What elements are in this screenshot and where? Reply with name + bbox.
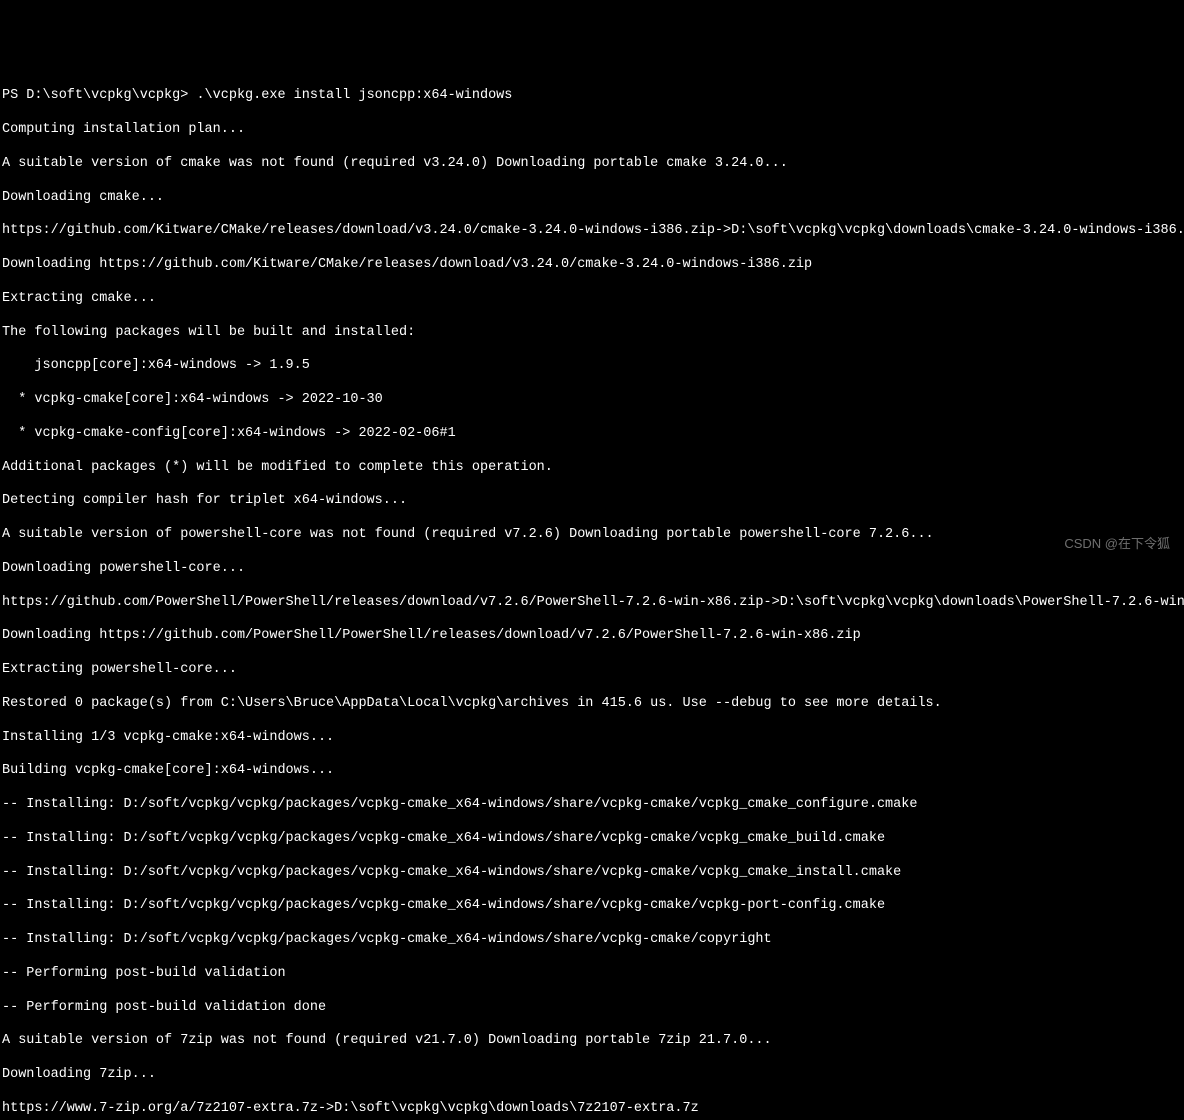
output-line: Building vcpkg-cmake[core]:x64-windows..…: [2, 763, 1182, 780]
output-line: Downloading https://github.com/PowerShel…: [2, 628, 1182, 645]
output-line: Restored 0 package(s) from C:\Users\Bruc…: [2, 696, 1182, 713]
prompt-line: PS D:\soft\vcpkg\vcpkg> .\vcpkg.exe inst…: [2, 88, 1182, 105]
output-line: -- Installing: D:/soft/vcpkg/vcpkg/packa…: [2, 865, 1182, 882]
output-line: -- Installing: D:/soft/vcpkg/vcpkg/packa…: [2, 831, 1182, 848]
output-line: Downloading https://github.com/Kitware/C…: [2, 257, 1182, 274]
output-line: https://www.7-zip.org/a/7z2107-extra.7z-…: [2, 1101, 1182, 1118]
output-line: Installing 1/3 vcpkg-cmake:x64-windows..…: [2, 730, 1182, 747]
output-line: The following packages will be built and…: [2, 325, 1182, 342]
output-line: jsoncpp[core]:x64-windows -> 1.9.5: [2, 358, 1182, 375]
output-line: Computing installation plan...: [2, 122, 1182, 139]
output-line: Extracting cmake...: [2, 291, 1182, 308]
output-line: Detecting compiler hash for triplet x64-…: [2, 493, 1182, 510]
output-line: -- Installing: D:/soft/vcpkg/vcpkg/packa…: [2, 898, 1182, 915]
output-line: Extracting powershell-core...: [2, 662, 1182, 679]
terminal-output[interactable]: PS D:\soft\vcpkg\vcpkg> .\vcpkg.exe inst…: [2, 72, 1182, 1120]
output-line: -- Performing post-build validation done: [2, 1000, 1182, 1017]
command-text: .\vcpkg.exe install jsoncpp:x64-windows: [196, 88, 512, 103]
output-line: * vcpkg-cmake[core]:x64-windows -> 2022-…: [2, 392, 1182, 409]
output-line: * vcpkg-cmake-config[core]:x64-windows -…: [2, 426, 1182, 443]
output-line: -- Performing post-build validation: [2, 966, 1182, 983]
output-line: A suitable version of 7zip was not found…: [2, 1033, 1182, 1050]
output-line: Downloading 7zip...: [2, 1067, 1182, 1084]
output-line: -- Installing: D:/soft/vcpkg/vcpkg/packa…: [2, 932, 1182, 949]
output-line: Downloading powershell-core...: [2, 561, 1182, 578]
output-line: Additional packages (*) will be modified…: [2, 460, 1182, 477]
prompt-prefix: PS D:\soft\vcpkg\vcpkg>: [2, 88, 196, 103]
output-line: https://github.com/Kitware/CMake/release…: [2, 223, 1182, 240]
watermark-text: CSDN @在下令狐: [1064, 536, 1170, 552]
output-line: -- Installing: D:/soft/vcpkg/vcpkg/packa…: [2, 797, 1182, 814]
output-line: https://github.com/PowerShell/PowerShell…: [2, 595, 1182, 612]
output-line: A suitable version of powershell-core wa…: [2, 527, 1182, 544]
output-line: Downloading cmake...: [2, 190, 1182, 207]
output-line: A suitable version of cmake was not foun…: [2, 156, 1182, 173]
